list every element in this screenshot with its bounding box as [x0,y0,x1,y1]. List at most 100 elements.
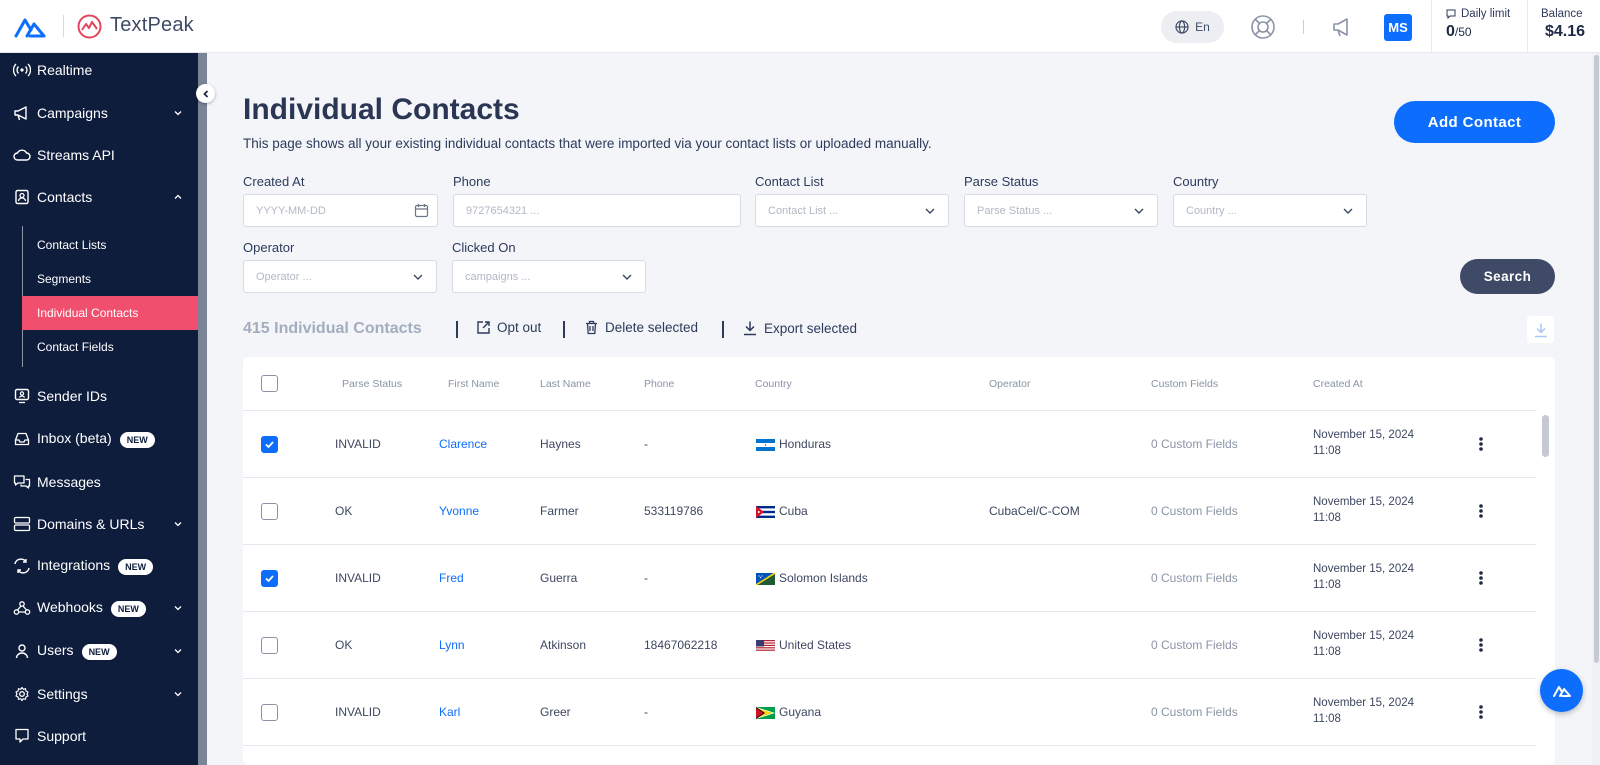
row-checkbox[interactable] [261,436,278,453]
chat-icon [1446,9,1456,19]
first-name-cell[interactable]: Karl [439,705,460,719]
row-menu-icon[interactable] [1475,502,1487,520]
daily-limit: Daily limit 0/50 [1431,0,1528,53]
column-header-created-at[interactable]: Created At [1313,378,1363,390]
chevron-down-icon [174,606,182,611]
phone-label: Phone [453,174,491,189]
first-name-cell[interactable]: Clarence [439,437,487,451]
export-selected-button[interactable]: Export selected [742,320,857,336]
sidebar-subitem-segments[interactable]: Segments [22,262,198,296]
column-header-operator[interactable]: Operator [989,378,1030,390]
column-header-country[interactable]: Country [755,378,792,390]
created-date-cell: November 15, 2024 [1313,563,1415,575]
operator-label: Operator [243,240,295,255]
operator-select[interactable]: Operator ... [243,260,437,293]
announcement-icon[interactable] [1330,14,1356,40]
parse-status-cell: INVALID [335,705,381,719]
row-checkbox[interactable] [261,503,278,520]
trash-icon [586,320,597,335]
contact-list-select[interactable]: Contact List ... [755,194,949,227]
sidebar-item-campaigns[interactable]: Campaigns [0,98,198,128]
sidebar-item-realtime[interactable]: Realtime [0,55,198,85]
column-header-last-name[interactable]: Last Name [540,378,591,390]
table-scrollbar[interactable] [1542,415,1549,457]
phone-cell: 18467062218 [644,638,718,652]
top-bar: TextPeak En MS Daily limit 0/50 Balance … [0,0,1600,53]
column-header-custom-fields[interactable]: Custom Fields [1151,378,1218,390]
globe-icon [1175,20,1189,34]
page-scrollbar-thumb[interactable] [1594,55,1599,663]
search-button[interactable]: Search [1460,259,1555,294]
logo-mark-icon[interactable] [14,14,48,40]
parse-status-select[interactable]: Parse Status ... [964,194,1158,227]
calendar-icon[interactable] [414,203,429,218]
inbox-icon [12,429,32,449]
row-menu-icon[interactable] [1475,703,1487,721]
row-menu-icon[interactable] [1475,435,1487,453]
download-icon [744,321,756,336]
chevron-down-icon [925,208,935,214]
column-header-parse-status[interactable]: Parse Status [342,378,402,390]
row-checkbox[interactable] [261,570,278,587]
first-name-cell[interactable]: Lynn [439,638,465,652]
user-icon [12,641,32,661]
created-at-input[interactable]: YYYY-MM-DD [243,194,438,227]
created-at-placeholder: YYYY-MM-DD [256,204,326,217]
sidebar-item-label: Messages [37,474,101,490]
delete-selected-button[interactable]: Delete selected [584,320,698,335]
sidebar-subitem-contact-lists[interactable]: Contact Lists [22,228,198,262]
select-all-checkbox[interactable] [261,375,278,392]
phone-cell: - [644,571,648,585]
daily-limit-total: /50 [1454,25,1472,39]
chevron-up-icon [174,194,182,199]
add-contact-button[interactable]: Add Contact [1394,101,1555,143]
daily-limit-used: 0 [1446,23,1455,40]
download-all-button[interactable] [1527,316,1554,343]
sidebar-item-contacts[interactable]: Contacts [0,182,198,212]
country-select[interactable]: Country ... [1173,194,1367,227]
clicked-on-select[interactable]: campaigns ... [452,260,646,293]
sidebar-item-webhooks[interactable]: Webhooks NEW [0,593,198,623]
sidebar-item-domains[interactable]: Domains & URLs [0,509,198,539]
sidebar-scrollbar[interactable] [198,53,207,765]
user-avatar[interactable]: MS [1384,14,1412,41]
sidebar-item-users[interactable]: Users NEW [0,636,198,666]
row-menu-icon[interactable] [1475,569,1487,587]
column-header-phone[interactable]: Phone [644,378,674,390]
contacts-icon [12,187,32,207]
column-header-first-name[interactable]: First Name [448,378,499,390]
opt-out-button[interactable]: Opt out [476,320,541,335]
row-checkbox[interactable] [261,637,278,654]
logo-mark-icon [1552,685,1571,697]
top-separator [1303,20,1304,34]
sidebar-item-settings[interactable]: Settings [0,679,198,709]
row-menu-icon[interactable] [1475,636,1487,654]
sidebar-item-support[interactable]: Support [0,721,198,751]
phone-input[interactable]: 9727654321 ... [453,194,741,227]
delete-selected-label: Delete selected [605,320,699,335]
sidebar-item-integrations[interactable]: Integrations NEW [0,551,198,581]
custom-fields-cell: 0 Custom Fields [1151,437,1238,451]
sidebar-item-inbox[interactable]: Inbox (beta) NEW [0,424,198,454]
opt-out-icon [477,321,490,334]
last-name-cell: Greer [540,705,571,719]
sidebar-item-streams-api[interactable]: Streams API [0,140,198,170]
sidebar-collapse-button[interactable] [196,84,215,103]
first-name-cell[interactable]: Fred [439,571,464,585]
sidebar-item-label: Integrations [37,557,111,574]
country-cell: Honduras [779,437,832,451]
sidebar-item-label: Webhooks [37,599,103,616]
last-name-cell: Atkinson [540,638,587,652]
sidebar-subitem-individual-contacts[interactable]: Individual Contacts [22,296,198,330]
row-checkbox[interactable] [261,704,278,721]
first-name-cell[interactable]: Yvonne [439,504,479,518]
language-switcher[interactable]: En [1161,11,1224,43]
brand-name[interactable]: TextPeak [110,14,194,37]
sidebar-item-sender-ids[interactable]: Sender IDs [0,381,198,411]
help-chat-button[interactable] [1540,669,1583,712]
sidebar-item-messages[interactable]: Messages [0,467,198,497]
custom-fields-cell: 0 Custom Fields [1151,571,1238,585]
country-cell: Guyana [779,705,822,719]
lifebuoy-icon[interactable] [1250,14,1276,40]
sidebar-subitem-contact-fields[interactable]: Contact Fields [22,330,198,364]
